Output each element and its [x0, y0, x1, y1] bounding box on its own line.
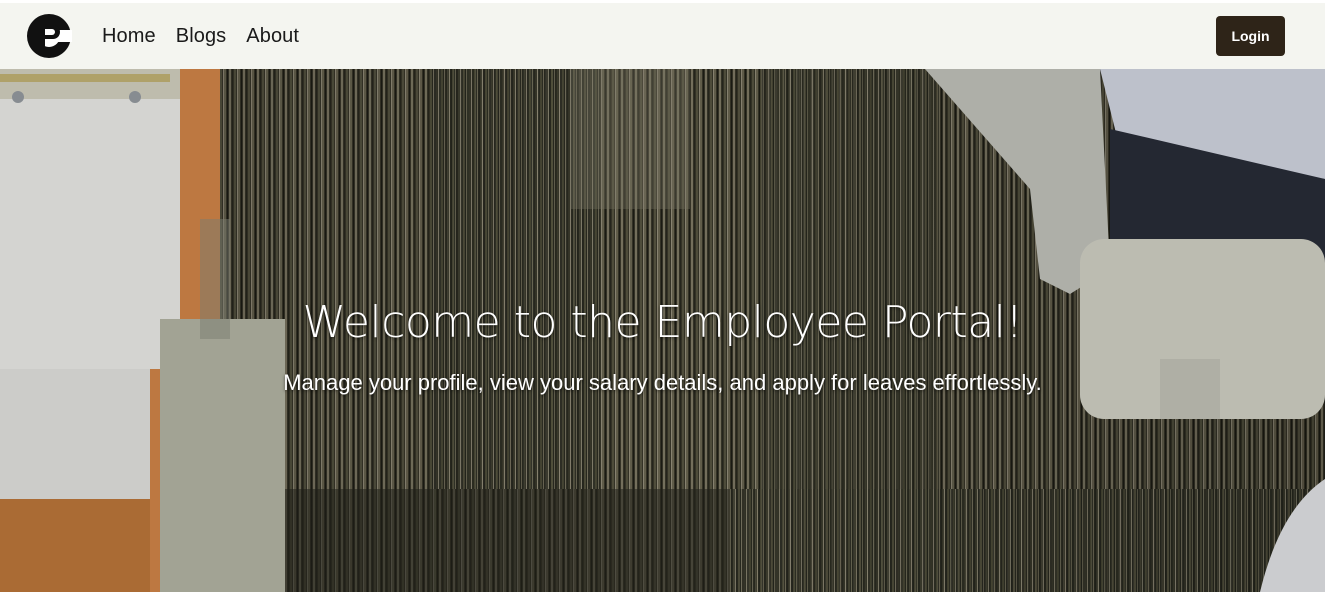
hero-subtitle: Manage your profile, view your salary de… [283, 370, 1042, 395]
nav-links: Home Blogs About [102, 25, 319, 48]
nav-link-blogs[interactable]: Blogs [176, 25, 227, 48]
hero-content: Welcome to the Employee Portal! Manage y… [0, 297, 1325, 396]
login-button[interactable]: Login [1216, 16, 1285, 56]
pc-logo-icon[interactable] [26, 13, 72, 59]
nav-link-home[interactable]: Home [102, 25, 156, 48]
hero-section: Welcome to the Employee Portal! Manage y… [0, 69, 1325, 592]
nav-link-about[interactable]: About [246, 25, 299, 48]
page: Home Blogs About Login Welcome to the Em… [0, 0, 1325, 592]
hero-title: Welcome to the Employee Portal! [302, 297, 1023, 348]
navbar: Home Blogs About Login [0, 0, 1325, 69]
